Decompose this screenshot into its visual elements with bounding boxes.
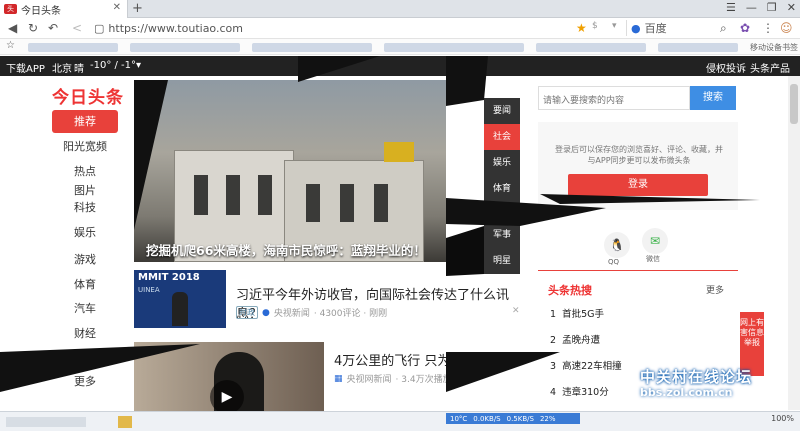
taskbar (0, 411, 800, 431)
forum-watermark-url: bbs.zol.com.cn (640, 386, 733, 399)
temperature-readout: 10°C (450, 414, 468, 423)
download-speed: 0.0KB/S (473, 414, 501, 423)
network-monitor: 10°C 0.0KB/S 0.5KB/S 22% (446, 413, 580, 424)
upload-speed: 0.5KB/S (506, 414, 534, 423)
forum-watermark: 中关村在线论坛 (640, 368, 753, 386)
zoom-level[interactable]: 100% (771, 414, 794, 423)
folder-icon[interactable] (118, 416, 132, 428)
taskbar-item[interactable] (6, 417, 86, 427)
cpu-percent: 22% (539, 414, 556, 423)
